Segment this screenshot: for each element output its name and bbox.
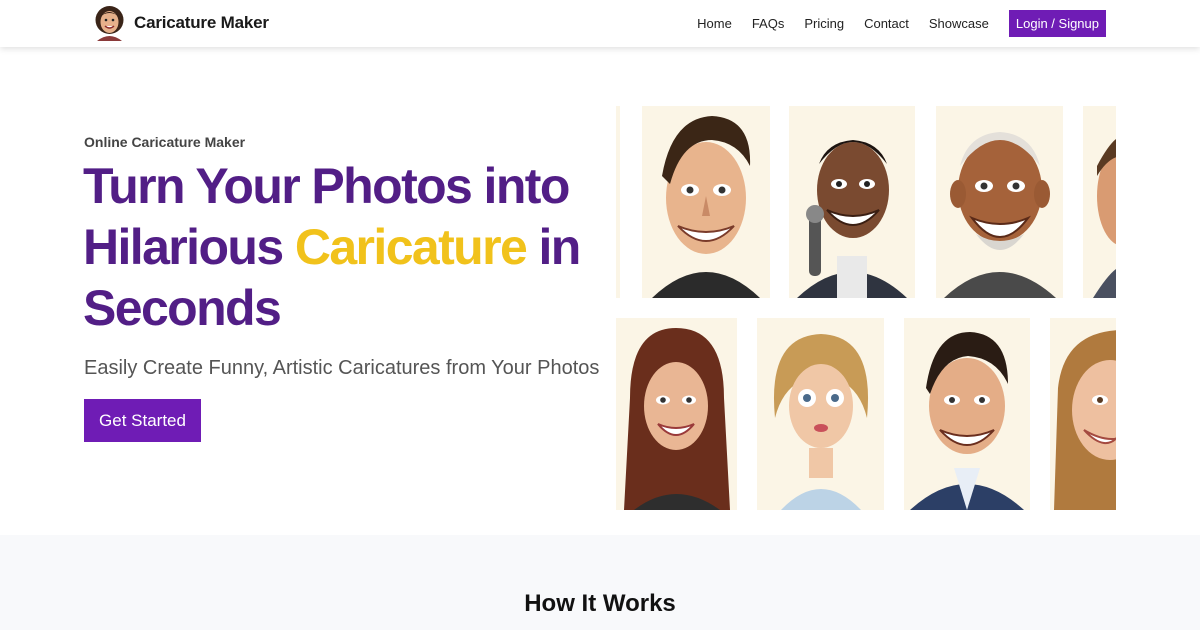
caricature-partial-image <box>1093 139 1116 298</box>
caricature-woman-long-hair <box>616 318 737 510</box>
caricature-woman-blonde <box>757 318 884 510</box>
nav-link-home[interactable]: Home <box>697 10 732 37</box>
caricature-woman-long-hair-image <box>624 328 730 510</box>
caricature-gallery <box>616 106 1116 510</box>
caricature-edge <box>616 106 620 298</box>
nav-link-showcase[interactable]: Showcase <box>929 10 989 37</box>
nav-link-faqs[interactable]: FAQs <box>752 10 785 37</box>
caricature-man-dark-hair-image <box>652 116 760 298</box>
nav-link-pricing[interactable]: Pricing <box>804 10 844 37</box>
caricature-woman-blonde-image <box>773 334 869 510</box>
how-it-works-title: How It Works <box>524 590 676 617</box>
caricature-man-suit-image <box>910 332 1024 510</box>
hero-title-highlight: Caricature <box>294 219 528 275</box>
get-started-button[interactable]: Get Started <box>84 399 201 442</box>
nav-links: Home FAQs Pricing Contact Showcase Login… <box>697 10 1106 37</box>
caricature-old-man-beard-image <box>944 132 1056 298</box>
caricature-woman-partial <box>1050 318 1116 510</box>
caricature-old-man-beard <box>936 106 1063 298</box>
brand-link[interactable]: Caricature Maker <box>93 5 269 41</box>
brand-avatar-icon <box>95 6 124 41</box>
hero-eyebrow: Online Caricature Maker <box>84 134 246 150</box>
login-signup-button[interactable]: Login / Signup <box>1008 10 1106 37</box>
caricature-man-microphone-image <box>797 140 907 298</box>
brand-name: Caricature Maker <box>134 13 269 32</box>
nav-link-contact[interactable]: Contact <box>864 10 909 37</box>
caricature-man-suit <box>904 318 1030 510</box>
caricature-partial <box>1083 106 1116 298</box>
navbar: Caricature Maker Home FAQs Pricing Conta… <box>0 0 1200 47</box>
hero-title: Turn Your Photos into Hilarious Caricatu… <box>83 156 603 339</box>
hero-subtitle: Easily Create Funny, Artistic Caricature… <box>84 357 600 379</box>
caricature-man-microphone <box>789 106 915 298</box>
caricature-woman-partial-image <box>1054 330 1116 510</box>
caricature-man-dark-hair <box>642 106 770 298</box>
how-it-works-section: How It Works <box>0 535 1200 630</box>
